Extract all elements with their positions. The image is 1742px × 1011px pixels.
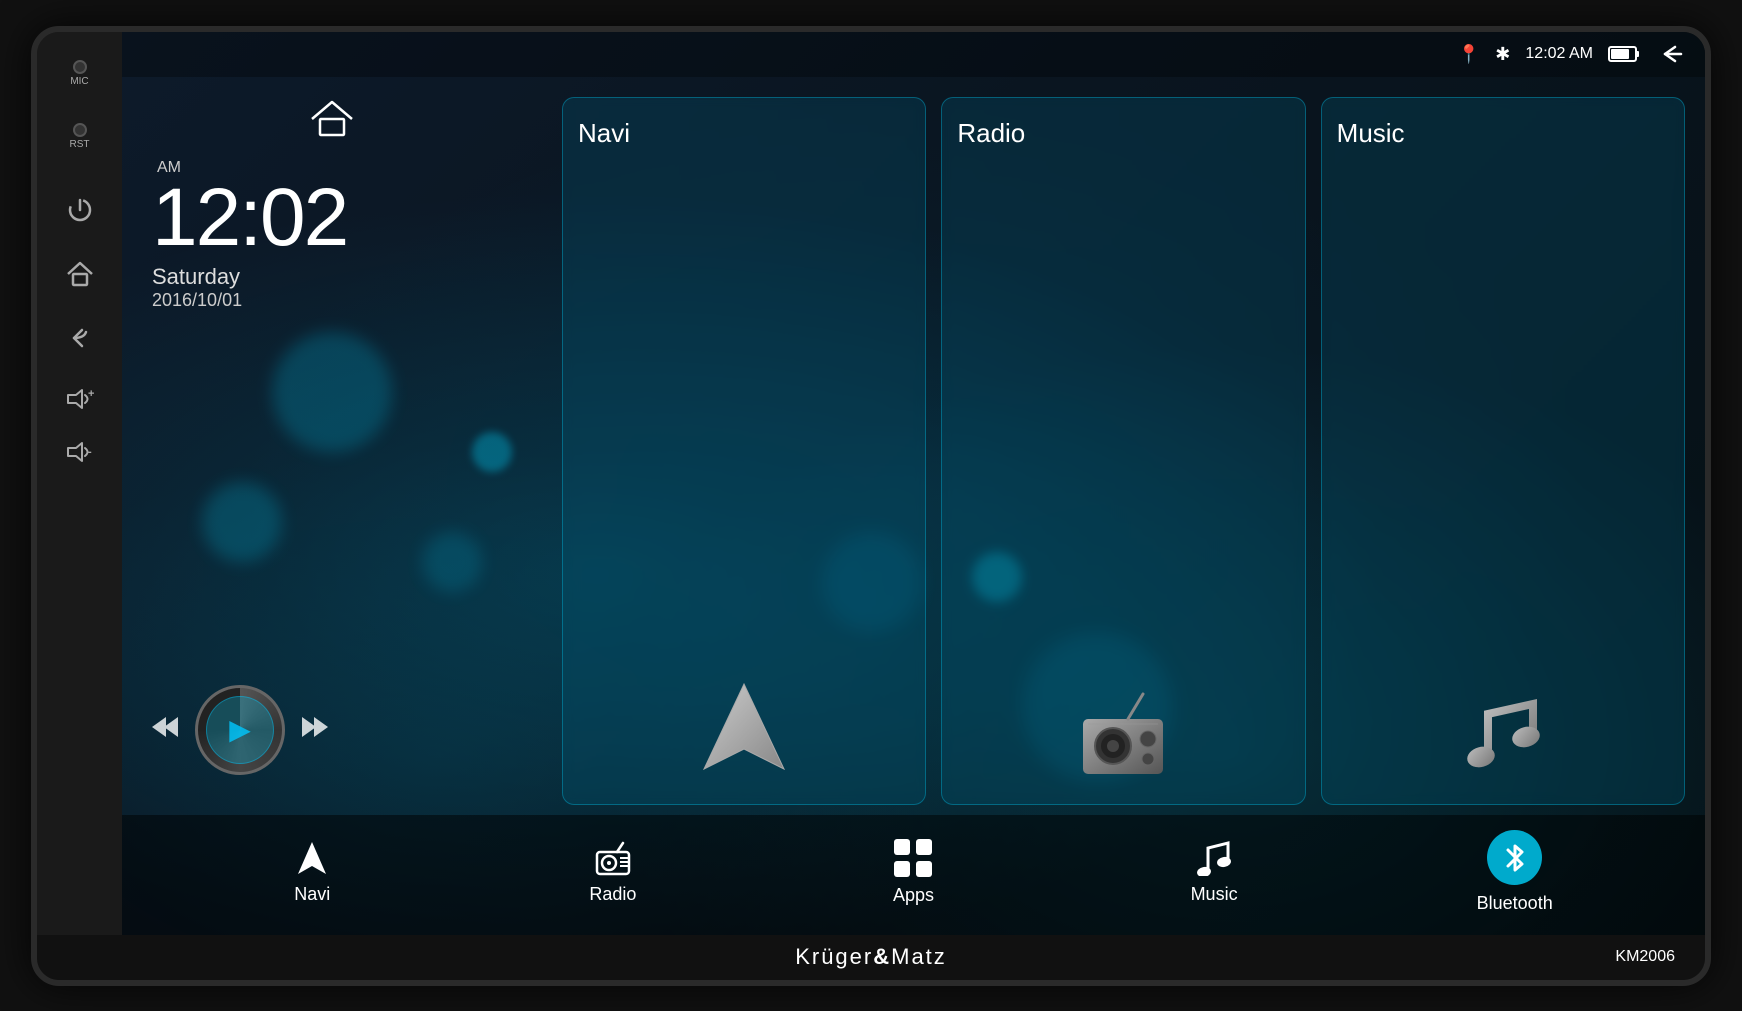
bottom-apps-label: Apps	[893, 885, 934, 906]
radio-tile[interactable]: Radio	[941, 97, 1305, 805]
music-tile[interactable]: Music	[1321, 97, 1685, 805]
vol-up-icon: +	[66, 388, 94, 410]
svg-text:+: +	[88, 388, 94, 400]
status-bar: 📍 ✱ 12:02 AM	[122, 32, 1705, 77]
right-panel: Navi	[542, 77, 1705, 815]
brand-first: Krüger	[795, 944, 873, 969]
navi-tile[interactable]: Navi	[562, 97, 926, 805]
back-button[interactable]	[37, 316, 122, 360]
next-icon	[300, 716, 328, 738]
left-panel: AM 12:02 Saturday 2016/10/01	[122, 77, 542, 815]
vol-down-button[interactable]: -	[37, 433, 122, 471]
vol-down-icon: -	[66, 441, 94, 463]
bottom-music-icon	[1194, 840, 1234, 876]
bottom-music-label: Music	[1191, 884, 1238, 905]
power-button[interactable]	[37, 188, 122, 232]
status-time: 12:02 AM	[1525, 45, 1593, 63]
bottom-navi-icon	[294, 840, 330, 876]
brand-name: Krüger&Matz	[795, 944, 947, 970]
play-icon: ▶	[229, 713, 251, 746]
clock-time: 12:02	[152, 177, 512, 259]
radio-icon	[1068, 689, 1178, 779]
music-player: ▶	[152, 685, 512, 795]
brand-second: Matz	[891, 944, 947, 969]
bottom-radio-label: Radio	[589, 884, 636, 905]
bluetooth-circle	[1487, 830, 1542, 885]
next-button[interactable]	[300, 716, 328, 744]
prev-icon	[152, 716, 180, 738]
home-screen-icon[interactable]	[152, 97, 512, 139]
prev-button[interactable]	[152, 716, 180, 744]
bluetooth-status-icon: ✱	[1495, 44, 1510, 65]
vol-up-button[interactable]: +	[37, 380, 122, 418]
battery-icon	[1608, 45, 1640, 63]
bottom-bluetooth-item[interactable]: Bluetooth	[1465, 830, 1565, 914]
home-icon	[65, 260, 95, 288]
rst-button[interactable]: RST	[37, 115, 122, 158]
physical-controls: MIC RST	[37, 32, 122, 935]
location-icon: 📍	[1458, 44, 1480, 65]
mic-label: MIC	[70, 76, 88, 87]
app-tiles: Navi	[562, 97, 1685, 805]
music-note-icon	[1453, 689, 1553, 779]
bluetooth-icon	[1501, 842, 1529, 874]
bottom-bluetooth-label: Bluetooth	[1477, 893, 1553, 914]
bottom-music-item[interactable]: Music	[1164, 840, 1264, 905]
power-icon	[66, 196, 94, 224]
home-screen-svg	[307, 97, 357, 139]
bottom-radio-icon	[593, 840, 633, 876]
bottom-apps-item[interactable]: Apps	[863, 839, 963, 906]
navi-tile-label: Navi	[578, 118, 630, 149]
main-screen: 📍 ✱ 12:02 AM	[122, 32, 1705, 935]
home-button[interactable]	[37, 252, 122, 296]
clock-date: 2016/10/01	[152, 290, 512, 311]
rst-label: RST	[70, 139, 90, 150]
player-disc[interactable]: ▶	[195, 685, 285, 775]
bottom-navi-item[interactable]: Navi	[262, 840, 362, 905]
back-status-icon[interactable]	[1655, 43, 1685, 65]
radio-tile-label: Radio	[957, 118, 1025, 149]
music-tile-label: Music	[1337, 118, 1405, 149]
car-head-unit: MIC RST	[31, 26, 1711, 986]
bottom-radio-item[interactable]: Radio	[563, 840, 663, 905]
clock-day: Saturday	[152, 264, 512, 290]
svg-text:-: -	[88, 446, 92, 458]
bottom-apps-icon	[894, 839, 932, 877]
screen-content: AM 12:02 Saturday 2016/10/01	[122, 77, 1705, 815]
model-number: KM2006	[1615, 948, 1675, 966]
nav-arrow-icon	[694, 679, 794, 779]
mic-button[interactable]: MIC	[37, 52, 122, 95]
brand-bar: Krüger&Matz KM2006	[37, 935, 1705, 980]
brand-separator: &	[873, 944, 891, 969]
back-icon	[66, 324, 94, 352]
clock-area: AM 12:02 Saturday 2016/10/01	[152, 159, 512, 311]
bottom-nav-bar: Navi Radio	[122, 815, 1705, 935]
bottom-navi-label: Navi	[294, 884, 330, 905]
